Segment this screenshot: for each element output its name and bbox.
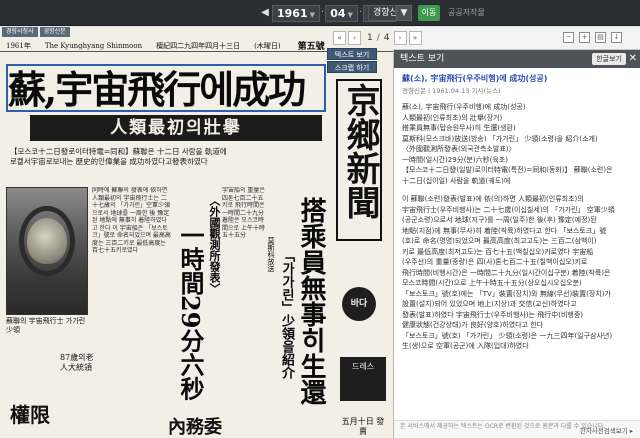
lead-paragraph: 【모스코十二日發로이터特電=同和】蘇聯은 十二日 사람을 軌道에 로켙서宇宙로보… bbox=[10, 147, 330, 167]
article-body-column: 同時에 蘇聯의 發表에 依하면 人類最初의 宇宙飛行士는 二十七歲의 「가가린」… bbox=[92, 187, 171, 254]
observatory-subhead: 〈外國觀測所發表〉 bbox=[208, 195, 221, 294]
article-line: 地點(지점)에 無事(무사)히 着陸(착륙)하였다고 한다 「보스토크」號 bbox=[402, 226, 607, 235]
broadcast-label: 莫斯科放送 bbox=[267, 237, 275, 272]
article-line: 蘇(소), 宇宙飛行(우주비행)에 成功(성공) bbox=[402, 103, 526, 111]
paper-tab-strip: 경향시청사 경향신문 bbox=[0, 27, 70, 38]
article-body-column: 宇宙船의 重量은 四톤七百二十五키로 飛行時間은 一時間二十九分 着陸은 모스코… bbox=[222, 187, 265, 239]
flight-time-headline: 一時間29分六秒 bbox=[176, 223, 205, 401]
current-page: 1 bbox=[367, 33, 373, 43]
newspaper-page-image[interactable]: 경향시청사 경향신문 1961年 The Kyunghyang Shinmoon… bbox=[0, 27, 393, 438]
article-line: (우주선)의 重量(중량)은 四(사)톤七百二十五(칠백이십오)키로 bbox=[402, 258, 588, 266]
bottom-headline: 權限 bbox=[10, 403, 50, 427]
scrap-button[interactable]: 스크랩 하기 bbox=[327, 61, 377, 73]
month-value: 04 bbox=[330, 6, 346, 20]
date-toolbar: ◀ 1961▼ · 04▼ · 13▼ ▶ 경향신문 ▼ 이동 공공저작물 bbox=[0, 0, 640, 26]
hangul-view-button[interactable]: 한글보기 bbox=[592, 53, 626, 65]
year-value: 1961 bbox=[277, 6, 308, 20]
last-page-icon[interactable]: » bbox=[408, 31, 422, 45]
masthead-year: 1961年 bbox=[6, 41, 31, 50]
go-button[interactable]: 이동 bbox=[418, 5, 440, 21]
advertisement: 바다 bbox=[342, 287, 376, 321]
close-icon[interactable]: ✕ bbox=[629, 52, 637, 66]
page-toolbar: − + ▤ ↓ bbox=[393, 27, 640, 50]
zoom-out-icon[interactable]: − bbox=[563, 32, 574, 43]
print-icon[interactable]: ▤ bbox=[595, 32, 606, 43]
article-line: 飛行時間(비행시간)은 一時間二十九分(일시간이십구분) 着陸(착륙)은 bbox=[402, 268, 611, 277]
bottom-headline: 內務委 bbox=[168, 417, 222, 438]
panel-footer: 본 서비스에서 제공하는 텍스트는 OCR로 변환된 것으로 원문과 다를 수 … bbox=[394, 420, 640, 438]
masthead-title: 京鄉新聞 bbox=[340, 83, 380, 219]
lead-line: 【모스코十二日發로이터特電=同和】蘇聯은 十二日 사람을 軌道에 bbox=[10, 147, 227, 156]
public-works-link[interactable]: 공공저작물 bbox=[448, 7, 485, 18]
article-line: 一時間(일시간)29分(분)六秒(육초) bbox=[402, 155, 508, 164]
main-headline[interactable]: 蘇,宇宙飛行에成功 bbox=[6, 64, 326, 112]
masthead-weekday: (木曜日) bbox=[254, 41, 281, 50]
prev-page-icon[interactable]: ‹ bbox=[348, 31, 361, 45]
article-line: 健康狀態(건강상태)가 良好(양호)하였다고 한다 bbox=[402, 321, 544, 329]
article-meta: 경향신문 | 1961.04.13 기사(뉴스) bbox=[402, 87, 501, 95]
chevron-down-icon: ▼ bbox=[347, 10, 353, 19]
article-line: 모스코時間(시간)으로 上午十時五十五分(상오십시오십오분) bbox=[402, 279, 582, 287]
article-line bbox=[402, 186, 632, 194]
article-line: 이 蘇聯(소련)發表(발표)에 依(의)하면 人類最初(인류최초)의 bbox=[402, 195, 584, 203]
article-line: 搭乘員無事(탑승원무사)히 生還(생환) bbox=[402, 124, 516, 132]
next-page-icon[interactable]: › bbox=[393, 31, 407, 45]
chevron-down-icon: ▼ bbox=[309, 10, 316, 19]
crew-return-headline: 搭乘員無事히生還 bbox=[296, 197, 326, 405]
article-line: 發表(발표)하였다 宇宙飛行士(우주비행사)는 飛行中(비행중) bbox=[402, 310, 583, 319]
article-line: 「보스토크」號(호) 「가가린」 少領(소령)은 一九三四年(일구삼사년) bbox=[402, 331, 613, 340]
newspaper-archive-viewer: ◀ 1961▼ · 04▼ · 13▼ ▶ 경향신문 ▼ 이동 공공저작물 경향… bbox=[0, 0, 640, 438]
article-line: 設置(설치)되어 있었으며 地上(지상)과 交信(교신)하였다고 bbox=[402, 300, 577, 308]
newspaper-dropdown-button[interactable]: ▼ bbox=[396, 5, 412, 21]
article-title[interactable]: 蘇(소), 宇宙飛行(우주비행)에 成功(성공) bbox=[402, 74, 632, 84]
paper-tab[interactable]: 경향시청사 bbox=[2, 27, 38, 37]
article-line: 十二日(십이일) 사람을 軌道(궤도)에 bbox=[402, 176, 511, 185]
prev-date-arrow-icon[interactable]: ◀ bbox=[258, 4, 272, 22]
hanja-dictionary-link[interactable]: 한자사전검색보기 ▸ bbox=[580, 428, 633, 435]
lead-line: 로켙서宇宙로보내는 歷史的인偉業을 成功하였다고發表하였다 bbox=[10, 157, 208, 166]
total-pages: 4 bbox=[383, 33, 390, 43]
cosmonaut-photo bbox=[6, 187, 88, 315]
advertisement: 드레스 bbox=[340, 357, 386, 401]
article-text: 蘇(소), 宇宙飛行(우주비행)에 成功(성공) 경향신문 | 1961.04.… bbox=[394, 68, 640, 418]
sub-headline-banner: 人類最初의壯擧 bbox=[30, 115, 322, 141]
first-page-icon[interactable]: « bbox=[333, 31, 346, 45]
article-line: 〈外國觀測所發表(외국관측소발표)〉 bbox=[402, 145, 516, 153]
view-tools: − + ▤ ↓ bbox=[563, 32, 622, 43]
masthead-date: 檀紀四二九四年四月十三日 bbox=[156, 41, 241, 50]
year-select[interactable]: 1961 ▼ bbox=[272, 4, 321, 22]
panel-title: 텍스트 보기 bbox=[400, 54, 445, 64]
page-pager: « ‹ 1 / 4 › » bbox=[333, 30, 424, 46]
article-line: 莫斯科(모스크바)放送(방송) 「가가린」 少領(소령)을 紹介(소개) bbox=[402, 134, 598, 143]
section-label: 第五號 bbox=[297, 42, 325, 52]
download-icon[interactable]: ↓ bbox=[611, 32, 622, 43]
article-line: 【모스코十二日發(일발)로이터特電(특전)=同和(동화)】 蘇聯(소련)은 bbox=[402, 166, 613, 174]
article-line: 「보스토크」號(호)에는 「TV」裝置(장치)와 無線(무선)裝置(장치)가 bbox=[402, 289, 611, 298]
text-view-panel: 텍스트 보기 한글보기 ✕ 蘇(소), 宇宙飛行(우주비행)에 成功(성공) 경… bbox=[393, 50, 640, 438]
photo-caption: 蘇聯의 宇宙飛行士 가가린少領 bbox=[6, 317, 86, 334]
panel-header: 텍스트 보기 한글보기 ✕ bbox=[394, 50, 640, 68]
article-line: (공군소령)으로서 地球(지구)를 一周(일주)한 後(후) 豫定(예정)된 bbox=[402, 216, 597, 224]
zoom-in-icon[interactable]: + bbox=[579, 32, 590, 43]
article-line: 生(생)으로 空軍(공군)에 入隊(입대)하였다 bbox=[402, 342, 529, 350]
article-line: (호)로 命名(명명)되었으며 最高高度(최고고도)는 三百二(삼백이) bbox=[402, 237, 597, 245]
face-shape bbox=[27, 218, 67, 264]
text-view-button[interactable]: 텍스트 보기 bbox=[327, 48, 377, 60]
gagarin-subhead: 「가가린」少領을紹介 bbox=[279, 249, 294, 379]
article-lines: 蘇(소), 宇宙飛行(우주비행)에 成功(성공) 人類最初(인류최초)의 壯擧(장… bbox=[402, 102, 632, 351]
article-line: 키로 最低高度(최저고도)는 百七十五(백칠십오)키로였다 宇宙船 bbox=[402, 247, 594, 256]
month-select[interactable]: 04 ▼ bbox=[325, 4, 358, 22]
masthead-english: The Kyunghyang Shinmoon bbox=[44, 41, 143, 50]
paper-tab[interactable]: 경향신문 bbox=[39, 27, 70, 37]
advertisement-date: 五月十日 發賣 bbox=[341, 417, 385, 436]
article-line: 宇宙飛行士(우주비행사)는 二十七歲(이십칠세)의 「가가린」 空軍少領 bbox=[402, 205, 615, 214]
newspaper-masthead: 京鄉新聞 bbox=[336, 79, 382, 241]
article-line: 人類最初(인류최초)의 壯擧(장거) bbox=[402, 113, 503, 122]
bottom-small-headline: 87歲의老人大統領 bbox=[60, 353, 94, 372]
